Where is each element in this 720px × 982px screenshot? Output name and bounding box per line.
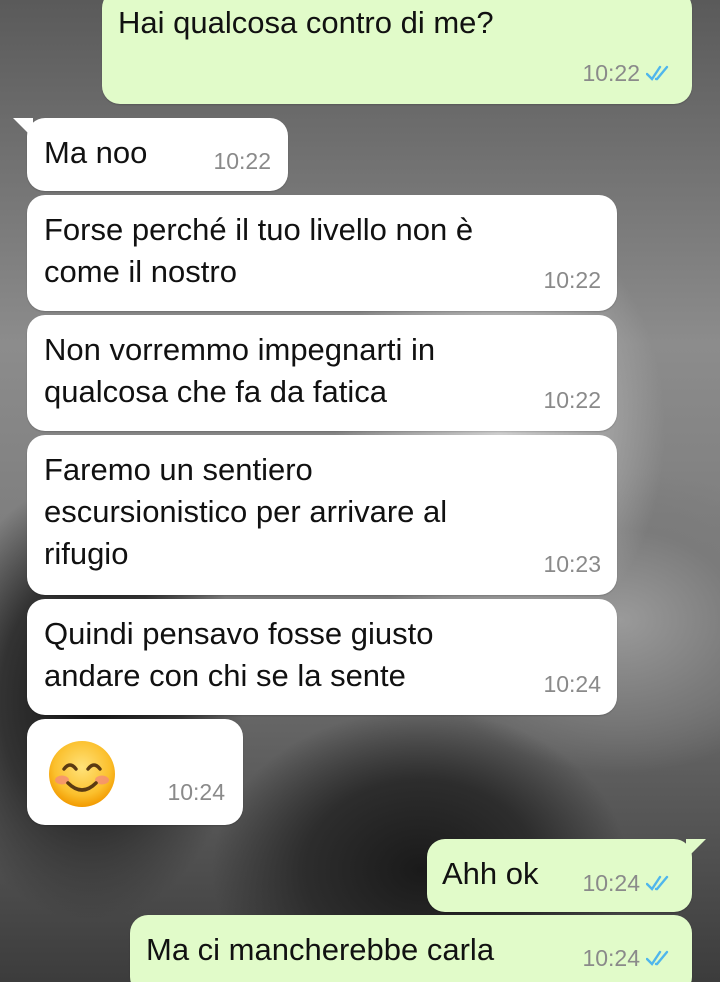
message-meta: 10:22 [213,140,271,182]
message-text: Faremo un sentiero escursionistico per a… [44,452,448,571]
message-meta: 10:22 [582,52,676,94]
message-time: 10:24 [543,671,601,697]
message-meta: 10:22 [543,379,601,421]
message-bubble-outgoing[interactable]: Ma ci mancherebbe carla 10:24 [130,915,692,982]
message-time: 10:24 [167,779,225,805]
double-check-read-icon [646,65,669,81]
message-text: Ma noo [44,135,148,170]
message-bubble-outgoing[interactable]: Hai qualcosa contro di me? 10:22 [102,0,692,104]
smiling-face-emoji-icon [49,741,115,807]
message-time: 10:22 [582,60,640,86]
message-meta: 10:24 [167,771,225,813]
message-text: Forse perché il tuo livello non è come i… [44,212,474,289]
double-check-read-icon [646,875,669,891]
message-text: Ahh ok [442,856,539,891]
message-bubble-incoming[interactable]: 10:24 [27,719,243,825]
message-bubble-incoming[interactable]: Forse perché il tuo livello non è come i… [27,195,617,311]
message-text: Non vorremmo impegnarti in qualcosa che … [44,332,436,409]
message-meta: 10:24 [543,663,601,705]
message-time: 10:23 [543,551,601,577]
message-bubble-incoming[interactable]: Quindi pensavo fosse giusto andare con c… [27,599,617,715]
message-text: Hai qualcosa contro di me? [118,5,494,40]
message-text: Quindi pensavo fosse giusto andare con c… [44,616,434,693]
message-bubble-incoming[interactable]: Faremo un sentiero escursionistico per a… [27,435,617,595]
message-bubble-outgoing[interactable]: Ahh ok 10:24 [427,839,706,912]
message-time: 10:22 [543,387,601,413]
message-bubble-incoming[interactable]: Ma noo 10:22 [13,118,288,191]
message-meta: 10:24 [582,937,676,979]
message-meta: 10:24 [582,862,676,904]
message-time: 10:22 [213,148,271,174]
message-bubble-incoming[interactable]: Non vorremmo impegnarti in qualcosa che … [27,315,617,431]
message-time: 10:24 [582,870,640,896]
message-time: 10:22 [543,267,601,293]
message-meta: 10:22 [543,259,601,301]
message-text: Ma ci mancherebbe carla [146,932,495,967]
double-check-read-icon [646,950,669,966]
message-meta: 10:23 [543,543,601,585]
message-time: 10:24 [582,945,640,971]
